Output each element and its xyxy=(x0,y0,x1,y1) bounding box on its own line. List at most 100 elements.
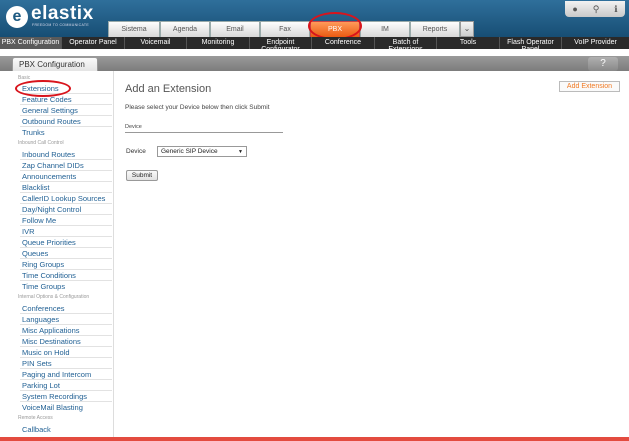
sidebar-item-announcements[interactable]: Announcements xyxy=(22,172,76,181)
sidebar-item-callerid-lookup-sources[interactable]: CallerID Lookup Sources xyxy=(22,194,105,203)
device-section-heading: Device xyxy=(125,124,142,130)
sidebar-divider xyxy=(20,401,112,402)
sidebar-divider xyxy=(20,159,112,160)
sidebar-item-queues[interactable]: Queues xyxy=(22,249,48,258)
sidebar-item-parking-lot[interactable]: Parking Lot xyxy=(22,381,60,390)
sidebar-item-extensions[interactable]: Extensions xyxy=(22,84,59,93)
sidebar-item-languages[interactable]: Languages xyxy=(22,315,59,324)
sidebar-item-outbound-routes[interactable]: Outbound Routes xyxy=(22,117,81,126)
tab-pbx[interactable]: PBX xyxy=(310,21,360,37)
sidebar-divider xyxy=(20,379,112,380)
help-button[interactable]: ? xyxy=(588,57,618,71)
sidebar-divider xyxy=(20,313,112,314)
sidebar-divider xyxy=(20,203,112,204)
panel-title-tab: PBX Configuration xyxy=(12,57,98,71)
sidebar-item-misc-applications[interactable]: Misc Applications xyxy=(22,326,80,335)
menu-tools[interactable]: Tools xyxy=(437,37,500,49)
sidebar-divider xyxy=(20,346,112,347)
drop-icon[interactable]: ● xyxy=(572,4,577,14)
sidebar-item-ivr[interactable]: IVR xyxy=(22,227,35,236)
sidebar-divider xyxy=(20,93,112,94)
sidebar-section-inbound: Inbound Call Control xyxy=(18,140,64,146)
sidebar-item-voicemail-blasting[interactable]: VoiceMail Blasting xyxy=(22,403,83,412)
sidebar-section-basic: Basic xyxy=(18,75,31,81)
sidebar-divider xyxy=(20,357,112,358)
bottom-border xyxy=(0,437,629,441)
tab-reports[interactable]: Reports xyxy=(410,21,460,37)
sidebar-divider xyxy=(20,170,112,171)
sidebar-item-conferences[interactable]: Conferences xyxy=(22,304,65,313)
search-icon[interactable]: ⚲ xyxy=(593,4,600,15)
menu-flash-operator-panel[interactable]: Flash Operator Panel xyxy=(500,37,562,53)
sidebar-item-blacklist[interactable]: Blacklist xyxy=(22,183,50,192)
submit-button[interactable]: Submit xyxy=(126,170,158,181)
sidebar-item-misc-destinations[interactable]: Misc Destinations xyxy=(22,337,81,346)
sidebar-divider xyxy=(20,225,112,226)
more-tabs-chevron-icon[interactable]: ⌄ xyxy=(460,21,474,37)
device-select-value: Generic SIP Device xyxy=(161,148,218,155)
sidebar-divider xyxy=(20,181,112,182)
sidebar-item-pin-sets[interactable]: PIN Sets xyxy=(22,359,52,368)
sidebar-section-internal: Internal Options & Configuration xyxy=(18,294,90,300)
logo-tagline: FREEDOM TO COMMUNICATE xyxy=(32,23,89,27)
sidebar-item-general-settings[interactable]: General Settings xyxy=(22,106,78,115)
sidebar-divider xyxy=(20,104,112,105)
menu-pbx-configuration[interactable]: PBX Configuration xyxy=(0,37,62,49)
logo-text: elastix xyxy=(31,3,94,24)
sidebar-item-inbound-routes[interactable]: Inbound Routes xyxy=(22,150,75,159)
sidebar-divider xyxy=(20,368,112,369)
sidebar-item-feature-codes[interactable]: Feature Codes xyxy=(22,95,72,104)
sidebar-divider xyxy=(20,335,112,336)
menu-operator-panel[interactable]: Operator Panel xyxy=(62,37,125,49)
sidebar-item-music-on-hold[interactable]: Music on Hold xyxy=(22,348,70,357)
section-divider xyxy=(125,132,283,133)
sidebar-section-remote: Remote Access xyxy=(18,415,53,421)
sidebar-item-trunks[interactable]: Trunks xyxy=(22,128,45,137)
tab-email[interactable]: Email xyxy=(210,21,260,37)
top-tabs: Sistema Agenda Email Fax PBX IM Reports … xyxy=(108,21,474,37)
sidebar-divider xyxy=(20,192,112,193)
sidebar-item-follow-me[interactable]: Follow Me xyxy=(22,216,56,225)
tab-sistema[interactable]: Sistema xyxy=(108,21,160,37)
tab-agenda[interactable]: Agenda xyxy=(160,21,210,37)
sidebar: Basic Extensions Feature Codes General S… xyxy=(14,71,114,439)
sidebar-item-day-night-control[interactable]: Day/Night Control xyxy=(22,205,81,214)
menu-endpoint-configurator[interactable]: Endpoint Configurator xyxy=(250,37,312,53)
sidebar-divider xyxy=(20,280,112,281)
menu-voicemail[interactable]: Voicemail xyxy=(125,37,187,49)
sidebar-divider xyxy=(20,390,112,391)
module-menu: PBX Configuration Operator Panel Voicema… xyxy=(0,37,629,53)
menu-batch-of-extensions[interactable]: Batch of Extensions xyxy=(375,37,437,53)
tab-im[interactable]: IM xyxy=(360,21,410,37)
sidebar-item-paging-and-intercom[interactable]: Paging and Intercom xyxy=(22,370,91,379)
sidebar-divider xyxy=(20,247,112,248)
sidebar-divider xyxy=(20,115,112,116)
sidebar-divider xyxy=(20,324,112,325)
sidebar-divider xyxy=(20,258,112,259)
sidebar-divider xyxy=(20,126,112,127)
sidebar-item-system-recordings[interactable]: System Recordings xyxy=(22,392,87,401)
top-icon-bar: ● ⚲ ℹ xyxy=(565,1,625,17)
sidebar-item-callback[interactable]: Callback xyxy=(22,425,51,434)
info-icon[interactable]: ℹ xyxy=(614,4,617,15)
sidebar-item-time-groups[interactable]: Time Groups xyxy=(22,282,65,291)
logo-mark-icon: e xyxy=(6,6,28,28)
header-bar: e elastix FREEDOM TO COMMUNICATE Sistema… xyxy=(0,0,629,37)
panel-header: PBX Configuration ? xyxy=(0,56,629,71)
sidebar-item-ring-groups[interactable]: Ring Groups xyxy=(22,260,64,269)
page-title: Add an Extension xyxy=(125,83,212,95)
elastix-logo[interactable]: e elastix FREEDOM TO COMMUNICATE xyxy=(6,3,106,31)
device-select[interactable]: Generic SIP Device ▼ xyxy=(157,146,247,157)
menu-monitoring[interactable]: Monitoring xyxy=(187,37,250,49)
sidebar-item-queue-priorities[interactable]: Queue Priorities xyxy=(22,238,76,247)
menu-voip-provider[interactable]: VoIP Provider xyxy=(562,37,629,49)
sidebar-divider xyxy=(20,236,112,237)
add-extension-button[interactable]: Add Extension xyxy=(559,81,620,92)
device-label: Device xyxy=(126,148,146,155)
sidebar-divider xyxy=(20,214,112,215)
tab-fax[interactable]: Fax xyxy=(260,21,310,37)
menu-conference[interactable]: Conference xyxy=(312,37,375,49)
sidebar-item-time-conditions[interactable]: Time Conditions xyxy=(22,271,76,280)
sidebar-item-zap-channel-dids[interactable]: Zap Channel DIDs xyxy=(22,161,84,170)
instruction-text: Please select your Device below then cli… xyxy=(125,104,270,111)
